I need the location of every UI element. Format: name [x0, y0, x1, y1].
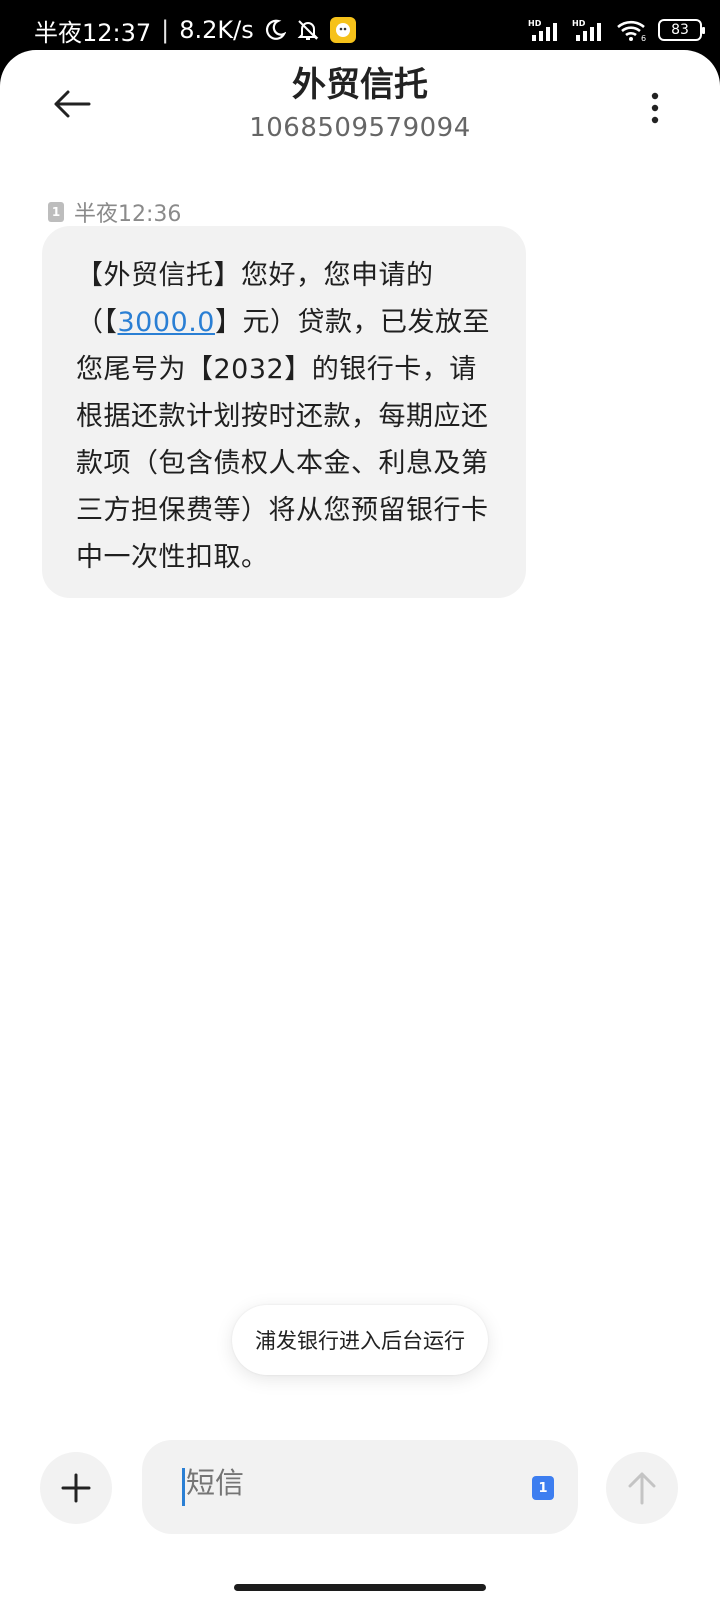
more-options-button[interactable] [630, 80, 680, 136]
svg-text:6: 6 [641, 34, 646, 42]
page-title: 外贸信托 [292, 65, 428, 105]
timestamp-text: 半夜12:36 [74, 202, 182, 227]
send-button[interactable] [606, 1452, 678, 1524]
message-input-box[interactable]: 1 [142, 1440, 578, 1534]
app-notification-icon [329, 17, 356, 43]
home-indicator[interactable] [234, 1584, 486, 1591]
contact-info[interactable]: 外贸信托 1068509579094 [160, 62, 560, 148]
back-arrow-icon [54, 90, 91, 118]
arrow-up-icon [628, 1472, 656, 1505]
plus-icon [61, 1473, 91, 1503]
message-input[interactable] [186, 1466, 486, 1500]
sim-select-icon[interactable]: 1 [532, 1476, 554, 1500]
status-right: HD HD 6 83 [528, 18, 705, 42]
message-text-part: 】元）贷款，已发放至您尾号为【2032】的银行卡，请根据还款计划按时还款，每期应… [76, 307, 490, 573]
more-vertical-icon [651, 92, 659, 124]
sms-conversation-screen: 外贸信托 1068509579094 1 半夜12:36 【外贸信托】您好，您申… [0, 50, 720, 1600]
status-separator: | [161, 16, 170, 44]
sender-number: 1068509579094 [249, 113, 471, 143]
message-timestamp: 1 半夜12:36 [48, 196, 181, 228]
moon-icon [264, 19, 286, 41]
conversation-header: 外贸信托 1068509579094 [0, 50, 720, 160]
add-attachment-button[interactable] [40, 1452, 112, 1524]
signal-icon: HD [528, 18, 562, 42]
back-button[interactable] [40, 78, 104, 130]
signal-icon: HD [572, 18, 606, 42]
message-bubble[interactable]: 【外贸信托】您好，您申请的（【3000.0】元）贷款，已发放至您尾号为【2032… [42, 226, 526, 598]
status-net-speed: 8.2K/s [179, 16, 254, 44]
sim-card-icon: 1 [48, 202, 64, 222]
battery-icon: 83 [658, 19, 705, 41]
status-left: 半夜12:37 | 8.2K/s [34, 13, 356, 48]
text-cursor [182, 1468, 185, 1506]
svg-text:HD: HD [528, 19, 542, 28]
wifi-icon: 6 [616, 18, 648, 42]
mute-bell-icon [296, 18, 320, 42]
status-time: 半夜12:37 [34, 18, 152, 47]
svg-text:HD: HD [572, 19, 586, 28]
message-composer: 1 [0, 1440, 720, 1540]
amount-link[interactable]: 3000.0 [118, 307, 215, 338]
toast-notification: 浦发银行进入后台运行 [232, 1305, 488, 1375]
